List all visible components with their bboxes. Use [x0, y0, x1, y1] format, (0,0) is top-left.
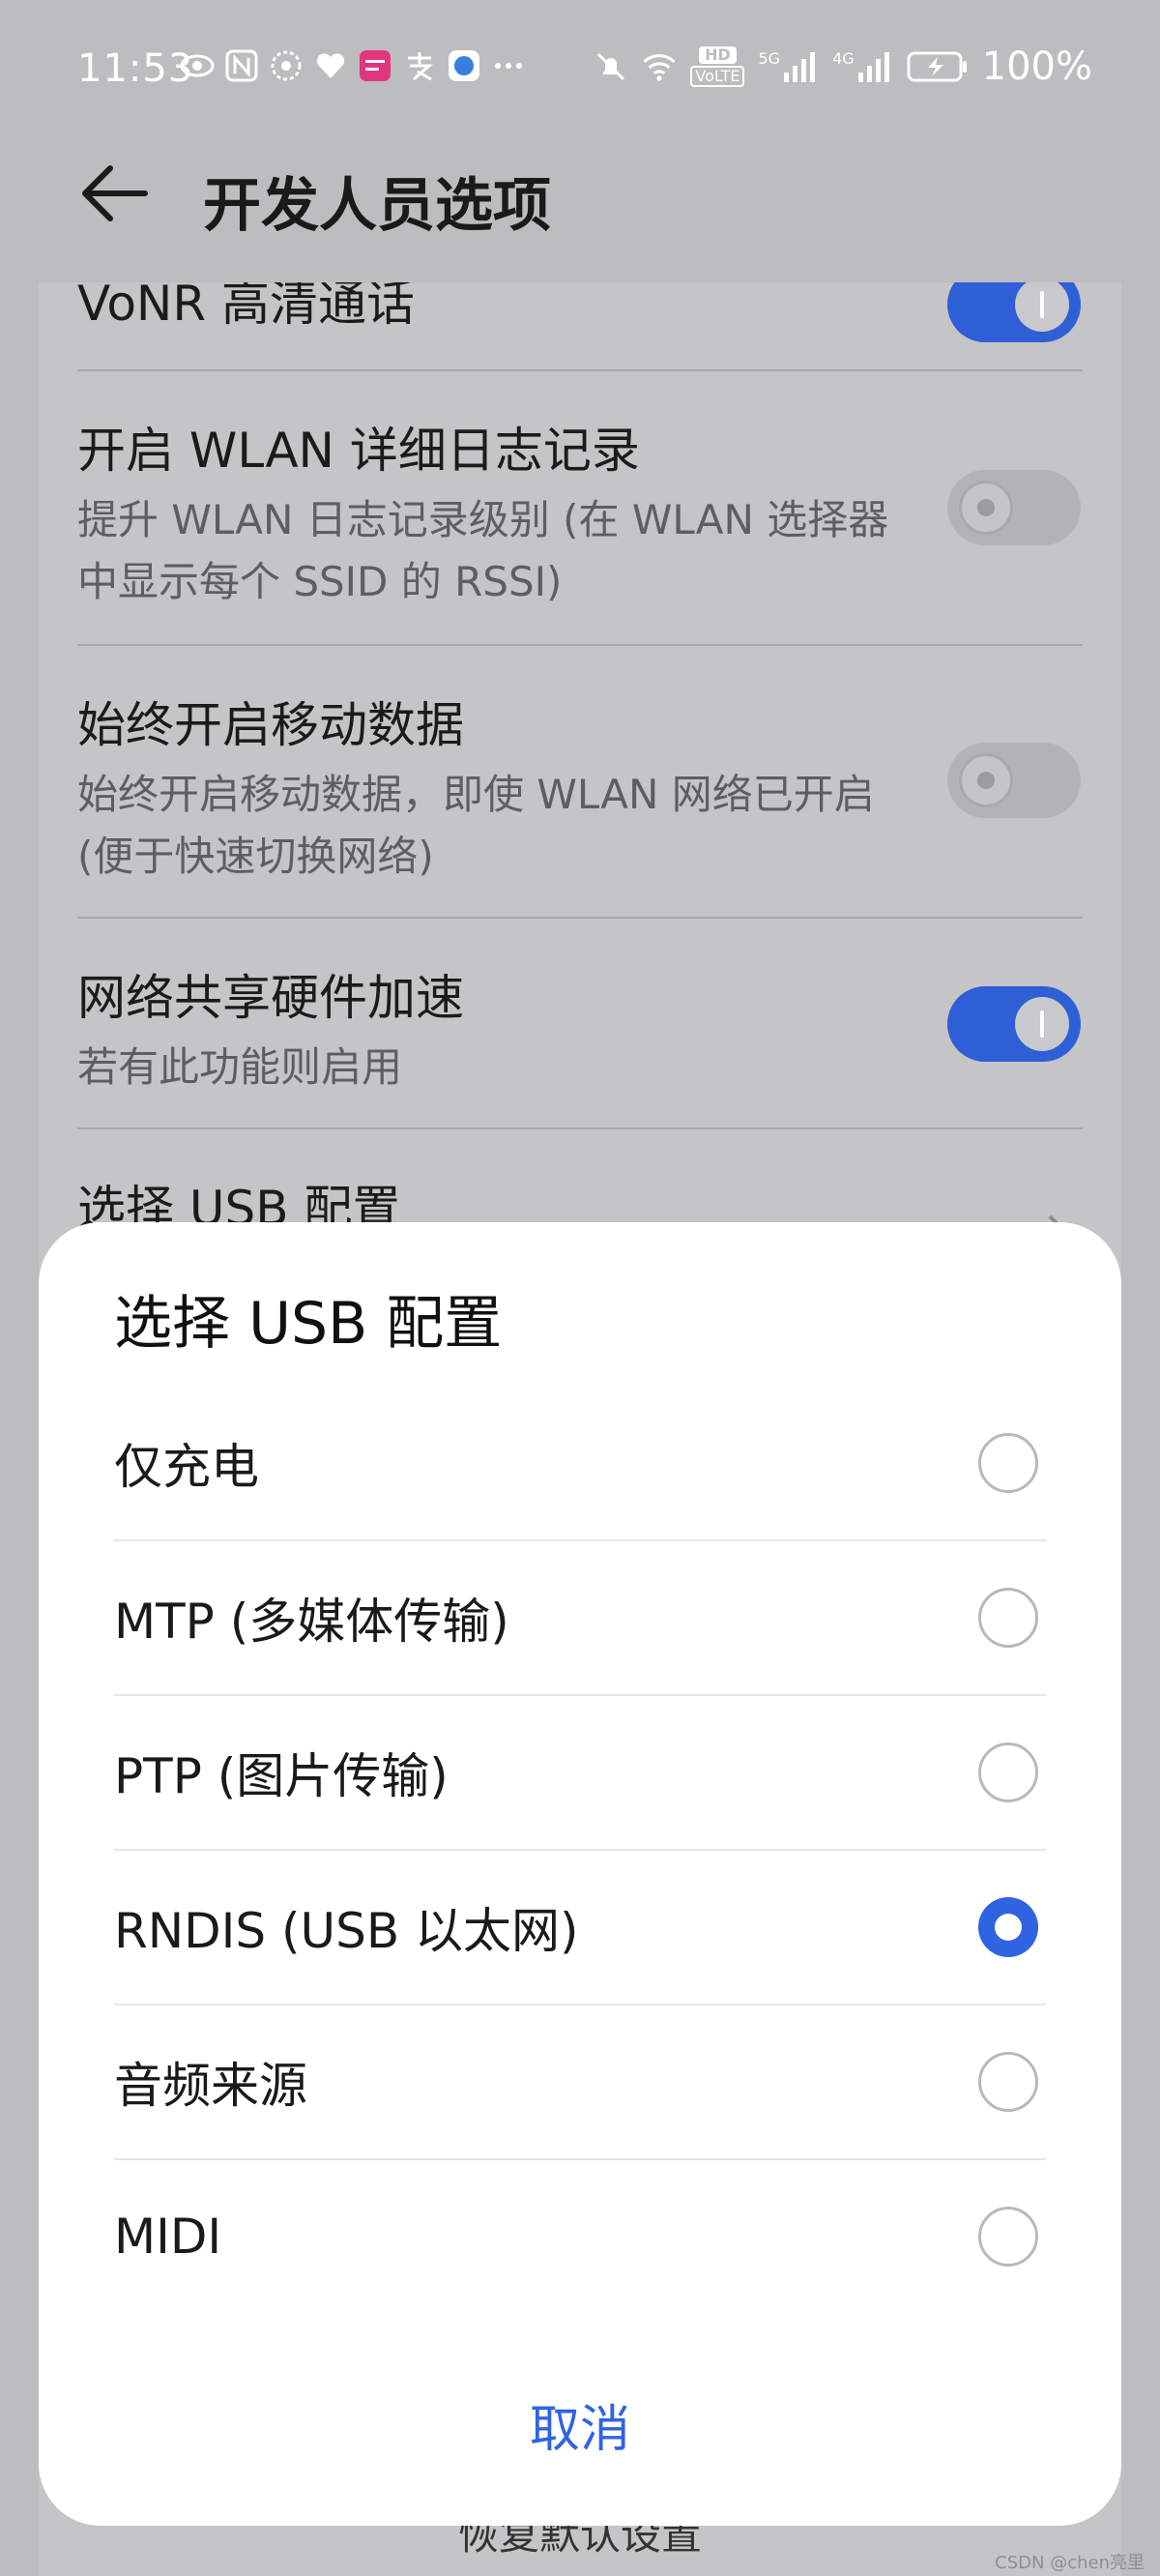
status-time: 11:53: [77, 46, 194, 91]
battery-icon: [907, 49, 969, 84]
back-button[interactable]: [77, 157, 151, 230]
nfc-icon: [224, 48, 259, 83]
volte-hd-icon: HD VoLTE: [690, 46, 745, 87]
vonr-toggle[interactable]: [947, 282, 1081, 342]
divider: [77, 917, 1083, 919]
status-right-icons: HD VoLTE 5G 4G 100%: [594, 44, 1092, 89]
setting-mobile-data-always-on[interactable]: 始终开启移动数据 始终开启移动数据，即使 WLAN 网络已开启 (便于快速切换网…: [77, 687, 1083, 888]
option-audio-source[interactable]: 音频来源: [114, 2004, 1046, 2158]
option-label: PTP (图片传输): [114, 1748, 449, 1804]
signal-4g: 4G: [832, 49, 893, 84]
option-midi[interactable]: MIDI: [114, 2158, 1046, 2313]
option-label: MTP (多媒体传输): [114, 1594, 509, 1650]
wlan-verbose-log-toggle[interactable]: [947, 470, 1081, 545]
option-charge-only[interactable]: 仅充电: [114, 1387, 1046, 1539]
heart-icon: [313, 48, 348, 83]
setting-title: 始终开启移动数据: [77, 697, 464, 753]
signal-bars-icon: [857, 52, 889, 82]
status-bar: 11:53 HD VoLTE 5G 4G 100%: [0, 0, 1160, 135]
setting-title: 网络共享硬件加速: [77, 970, 464, 1026]
gear-badge-icon: [269, 48, 304, 83]
watermark: CSDN @chen亮里: [995, 2553, 1145, 2573]
option-label: MIDI: [114, 2209, 222, 2265]
radio-button[interactable]: [978, 2207, 1038, 2267]
option-label: 音频来源: [114, 2058, 307, 2114]
eye-icon: [180, 48, 215, 83]
setting-tethering-hw-accel[interactable]: 网络共享硬件加速 若有此功能则启用: [77, 959, 1083, 1098]
toggle-knob: [1015, 997, 1069, 1051]
more-icon: [491, 48, 526, 83]
browser-icon: [447, 48, 481, 83]
mute-bell-icon: [594, 49, 628, 84]
option-mtp[interactable]: MTP (多媒体传输): [114, 1539, 1046, 1694]
setting-desc: 始终开启移动数据，即使 WLAN 网络已开启 (便于快速切换网络): [77, 771, 875, 880]
radio-button[interactable]: [978, 1588, 1038, 1648]
divider: [77, 1127, 1083, 1129]
page-title: 开发人员选项: [203, 172, 551, 240]
option-rndis[interactable]: RNDIS (USB 以太网): [114, 1849, 1046, 2004]
screen: 11:53 HD VoLTE 5G 4G 100% 开发人员选项 VoNR 高清…: [0, 0, 1160, 2576]
radio-button[interactable]: [978, 2052, 1038, 2112]
signal-4g-label: 4G: [832, 49, 855, 68]
toggle-knob: [1015, 282, 1069, 332]
divider: [77, 644, 1083, 646]
wifi-icon: [642, 49, 677, 84]
option-label: RNDIS (USB 以太网): [114, 1903, 579, 1959]
divider: [77, 369, 1083, 371]
toggle-knob: [959, 481, 1013, 535]
hd-label: HD: [699, 46, 737, 64]
app-badge-icon: [358, 48, 392, 83]
toggle-knob: [959, 753, 1013, 807]
battery-percent: 100%: [981, 44, 1092, 89]
setting-vonr[interactable]: VoNR 高清通话: [77, 282, 1083, 335]
tethering-hw-accel-toggle[interactable]: [947, 986, 1081, 1062]
setting-title: 开启 WLAN 详细日志记录: [77, 423, 640, 479]
radio-button[interactable]: [978, 1742, 1038, 1802]
notification-icons: [180, 48, 526, 83]
option-label: 仅充电: [114, 1439, 259, 1495]
option-list: 仅充电 MTP (多媒体传输) PTP (图片传输) RNDIS (USB 以太…: [114, 1387, 1046, 2313]
signal-5g-label: 5G: [758, 49, 781, 68]
signal-bars-icon: [784, 52, 816, 82]
back-arrow-icon: [82, 165, 148, 221]
dialog-title: 选择 USB 配置: [114, 1290, 503, 1358]
setting-title: VoNR 高清通话: [77, 282, 415, 332]
setting-desc: 提升 WLAN 日志记录级别 (在 WLAN 选择器中显示每个 SSID 的 R…: [77, 496, 889, 605]
setting-desc: 若有此功能则启用: [77, 1043, 403, 1091]
mobile-data-always-on-toggle[interactable]: [947, 743, 1081, 818]
radio-button[interactable]: [978, 1433, 1038, 1493]
usb-config-dialog: 选择 USB 配置 仅充电 MTP (多媒体传输) PTP (图片传输) RND…: [39, 1222, 1121, 2526]
signal-5g: 5G: [758, 49, 819, 84]
option-ptp[interactable]: PTP (图片传输): [114, 1694, 1046, 1849]
setting-wlan-verbose-log[interactable]: 开启 WLAN 详细日志记录 提升 WLAN 日志记录级别 (在 WLAN 选择…: [77, 412, 1083, 613]
volte-label: VoLTE: [690, 66, 745, 87]
cancel-button[interactable]: 取消: [39, 2388, 1121, 2461]
alipay-icon: [402, 48, 437, 83]
radio-button-selected[interactable]: [978, 1897, 1038, 1957]
